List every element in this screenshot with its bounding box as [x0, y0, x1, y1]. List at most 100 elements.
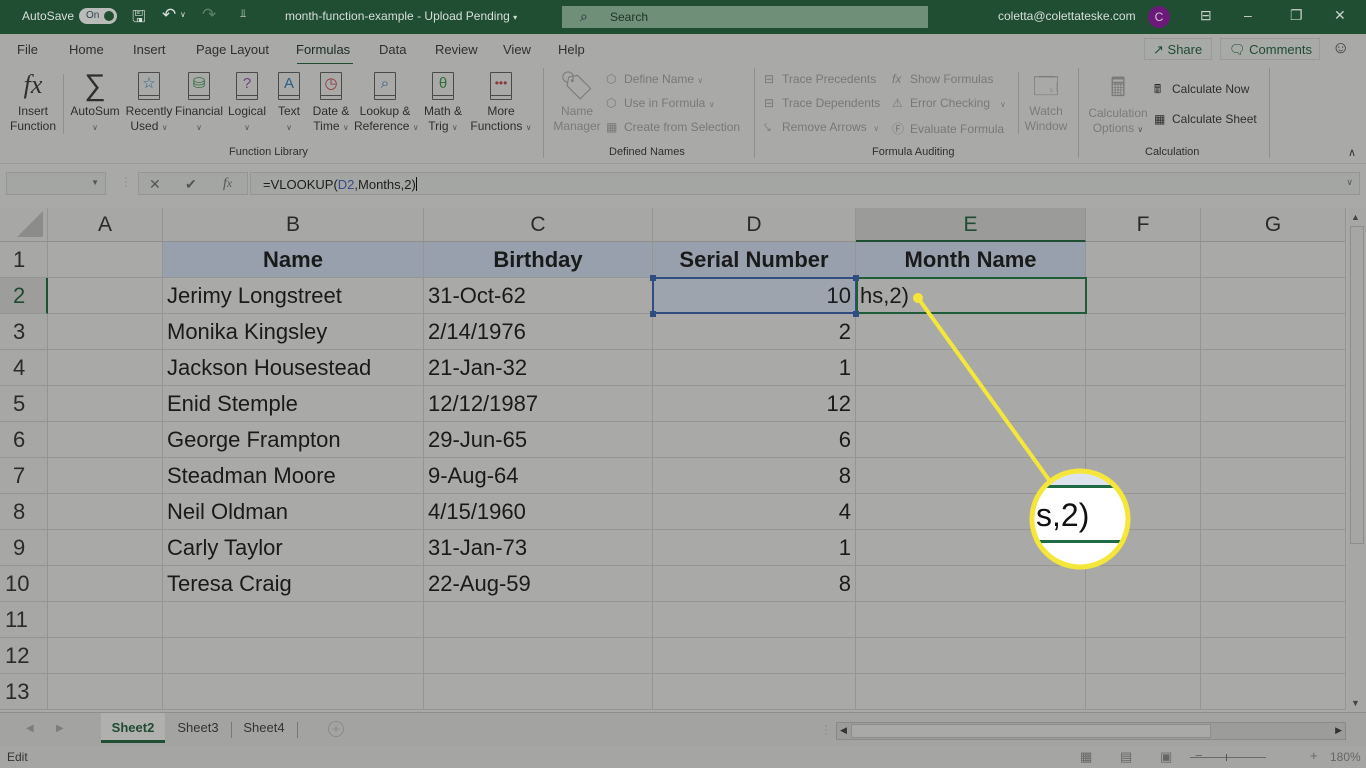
next-sheet-icon[interactable]: ▶ [56, 723, 64, 734]
add-sheet-icon[interactable]: + [328, 721, 344, 737]
horizontal-scrollbar[interactable]: ◀ ▶ [836, 722, 1346, 740]
prev-sheet-icon[interactable]: ◀ [26, 723, 34, 734]
cell-f8[interactable] [1086, 494, 1201, 530]
show-formulas-button[interactable]: fx Show Formulas [892, 72, 993, 86]
cell-g1[interactable] [1201, 242, 1346, 278]
fx-icon[interactable]: fx [223, 176, 232, 192]
row-header-7[interactable]: 7 [0, 458, 48, 494]
calculation-options-button[interactable]: 🖩 Calculation Options ∨ [1086, 70, 1150, 137]
cell-g8[interactable] [1201, 494, 1346, 530]
row-header-8[interactable]: 8 [0, 494, 48, 530]
cell-c9[interactable]: 31-Jan-73 [424, 530, 653, 566]
cell-a10[interactable] [48, 566, 163, 602]
cell-a9[interactable] [48, 530, 163, 566]
cell-b1[interactable]: Name [163, 242, 424, 278]
tab-home[interactable]: Home [69, 42, 104, 57]
row-header-12[interactable]: 12 [0, 638, 48, 674]
cell-a12[interactable] [48, 638, 163, 674]
remove-arrows-button[interactable]: ⤥ Remove Arrows ∨ [764, 120, 879, 135]
zoom-slider[interactable] [1190, 754, 1266, 761]
cell-f12[interactable] [1086, 638, 1201, 674]
cell-g7[interactable] [1201, 458, 1346, 494]
cell-d6[interactable]: 6 [653, 422, 856, 458]
cell-e13[interactable] [856, 674, 1086, 710]
name-manager-button[interactable]: 🏷 Name Manager [552, 70, 602, 134]
cell-f11[interactable] [1086, 602, 1201, 638]
cell-a2[interactable] [48, 278, 163, 314]
cell-d9[interactable]: 1 [653, 530, 856, 566]
cancel-icon[interactable]: ✕ [149, 176, 161, 193]
zoom-level[interactable]: 180% [1330, 750, 1361, 764]
cell-d4[interactable]: 1 [653, 350, 856, 386]
cell-g3[interactable] [1201, 314, 1346, 350]
scroll-left-icon[interactable]: ◀ [840, 725, 847, 736]
cell-c11[interactable] [424, 602, 653, 638]
cell-c3[interactable]: 2/14/1976 [424, 314, 653, 350]
cell-f1[interactable] [1086, 242, 1201, 278]
cell-b10[interactable]: Teresa Craig [163, 566, 424, 602]
sheet-tab-sheet2[interactable]: Sheet2 [101, 713, 165, 743]
horizontal-scroll-thumb[interactable] [851, 724, 1211, 738]
cell-e7[interactable] [856, 458, 1086, 494]
cell-e11[interactable] [856, 602, 1086, 638]
cell-b11[interactable] [163, 602, 424, 638]
tab-insert[interactable]: Insert [133, 42, 166, 57]
row-header-13[interactable]: 13 [0, 674, 48, 710]
column-header-d[interactable]: D [653, 208, 856, 242]
cell-d8[interactable]: 4 [653, 494, 856, 530]
cell-e5[interactable] [856, 386, 1086, 422]
cell-a4[interactable] [48, 350, 163, 386]
cell-c8[interactable]: 4/15/1960 [424, 494, 653, 530]
define-name-button[interactable]: ⬡ Define Name ∨ [606, 72, 703, 86]
restore-icon[interactable]: ❐ [1290, 7, 1303, 24]
more-functions-button[interactable]: ••• More Functions ∨ [468, 72, 534, 135]
trace-dependents-button[interactable]: ⊟ Trace Dependents [764, 96, 880, 110]
name-box[interactable]: ▼ [6, 172, 106, 195]
cell-d13[interactable] [653, 674, 856, 710]
tab-data[interactable]: Data [379, 42, 406, 57]
cell-f2[interactable] [1086, 278, 1201, 314]
normal-view-icon[interactable]: ▦ [1080, 749, 1092, 765]
column-header-b[interactable]: B [163, 208, 424, 242]
reference-resize-handle[interactable] [853, 311, 859, 317]
select-all-button[interactable] [0, 208, 48, 242]
cell-d1[interactable]: Serial Number [653, 242, 856, 278]
cell-b5[interactable]: Enid Stemple [163, 386, 424, 422]
avatar[interactable]: C [1148, 6, 1170, 28]
zoom-out-icon[interactable]: − [1195, 748, 1203, 763]
tab-help[interactable]: Help [558, 42, 585, 57]
cell-e12[interactable] [856, 638, 1086, 674]
cell-c4[interactable]: 21-Jan-32 [424, 350, 653, 386]
cell-b4[interactable]: Jackson Housestead [163, 350, 424, 386]
cell-c12[interactable] [424, 638, 653, 674]
cell-d12[interactable] [653, 638, 856, 674]
cell-e1[interactable]: Month Name [856, 242, 1086, 278]
column-header-e[interactable]: E [856, 208, 1086, 242]
undo-icon[interactable]: ↶ [162, 5, 176, 25]
autosave-toggle[interactable]: On [79, 8, 117, 24]
page-layout-view-icon[interactable]: ▤ [1120, 749, 1132, 765]
cell-c2[interactable]: 31-Oct-62 [424, 278, 653, 314]
cell-f3[interactable] [1086, 314, 1201, 350]
expand-formula-bar-icon[interactable]: ∨ [1346, 177, 1353, 188]
row-header-1[interactable]: 1 [0, 242, 48, 278]
insert-function-button[interactable]: fx Insert Function [10, 70, 56, 134]
enter-check-icon[interactable]: ✔ [185, 176, 197, 193]
cell-g12[interactable] [1201, 638, 1346, 674]
cell-b2[interactable]: Jerimy Longstreet [163, 278, 424, 314]
cell-c13[interactable] [424, 674, 653, 710]
row-header-2[interactable]: 2 [0, 278, 48, 314]
sheet-tab-sheet3[interactable]: Sheet3 [167, 713, 229, 743]
tab-page-layout[interactable]: Page Layout [196, 42, 269, 57]
scroll-up-icon[interactable]: ▲ [1351, 212, 1360, 222]
page-break-view-icon[interactable]: ▣ [1160, 749, 1172, 765]
math-trig-button[interactable]: θ Math & Trig ∨ [420, 72, 466, 135]
cell-c10[interactable]: 22-Aug-59 [424, 566, 653, 602]
cell-f5[interactable] [1086, 386, 1201, 422]
cell-b3[interactable]: Monika Kingsley [163, 314, 424, 350]
watch-window-button[interactable]: 🗔 Watch Window [1022, 72, 1070, 134]
cell-a11[interactable] [48, 602, 163, 638]
trace-precedents-button[interactable]: ⊟ Trace Precedents [764, 72, 876, 86]
cell-c5[interactable]: 12/12/1987 [424, 386, 653, 422]
cell-f7[interactable] [1086, 458, 1201, 494]
